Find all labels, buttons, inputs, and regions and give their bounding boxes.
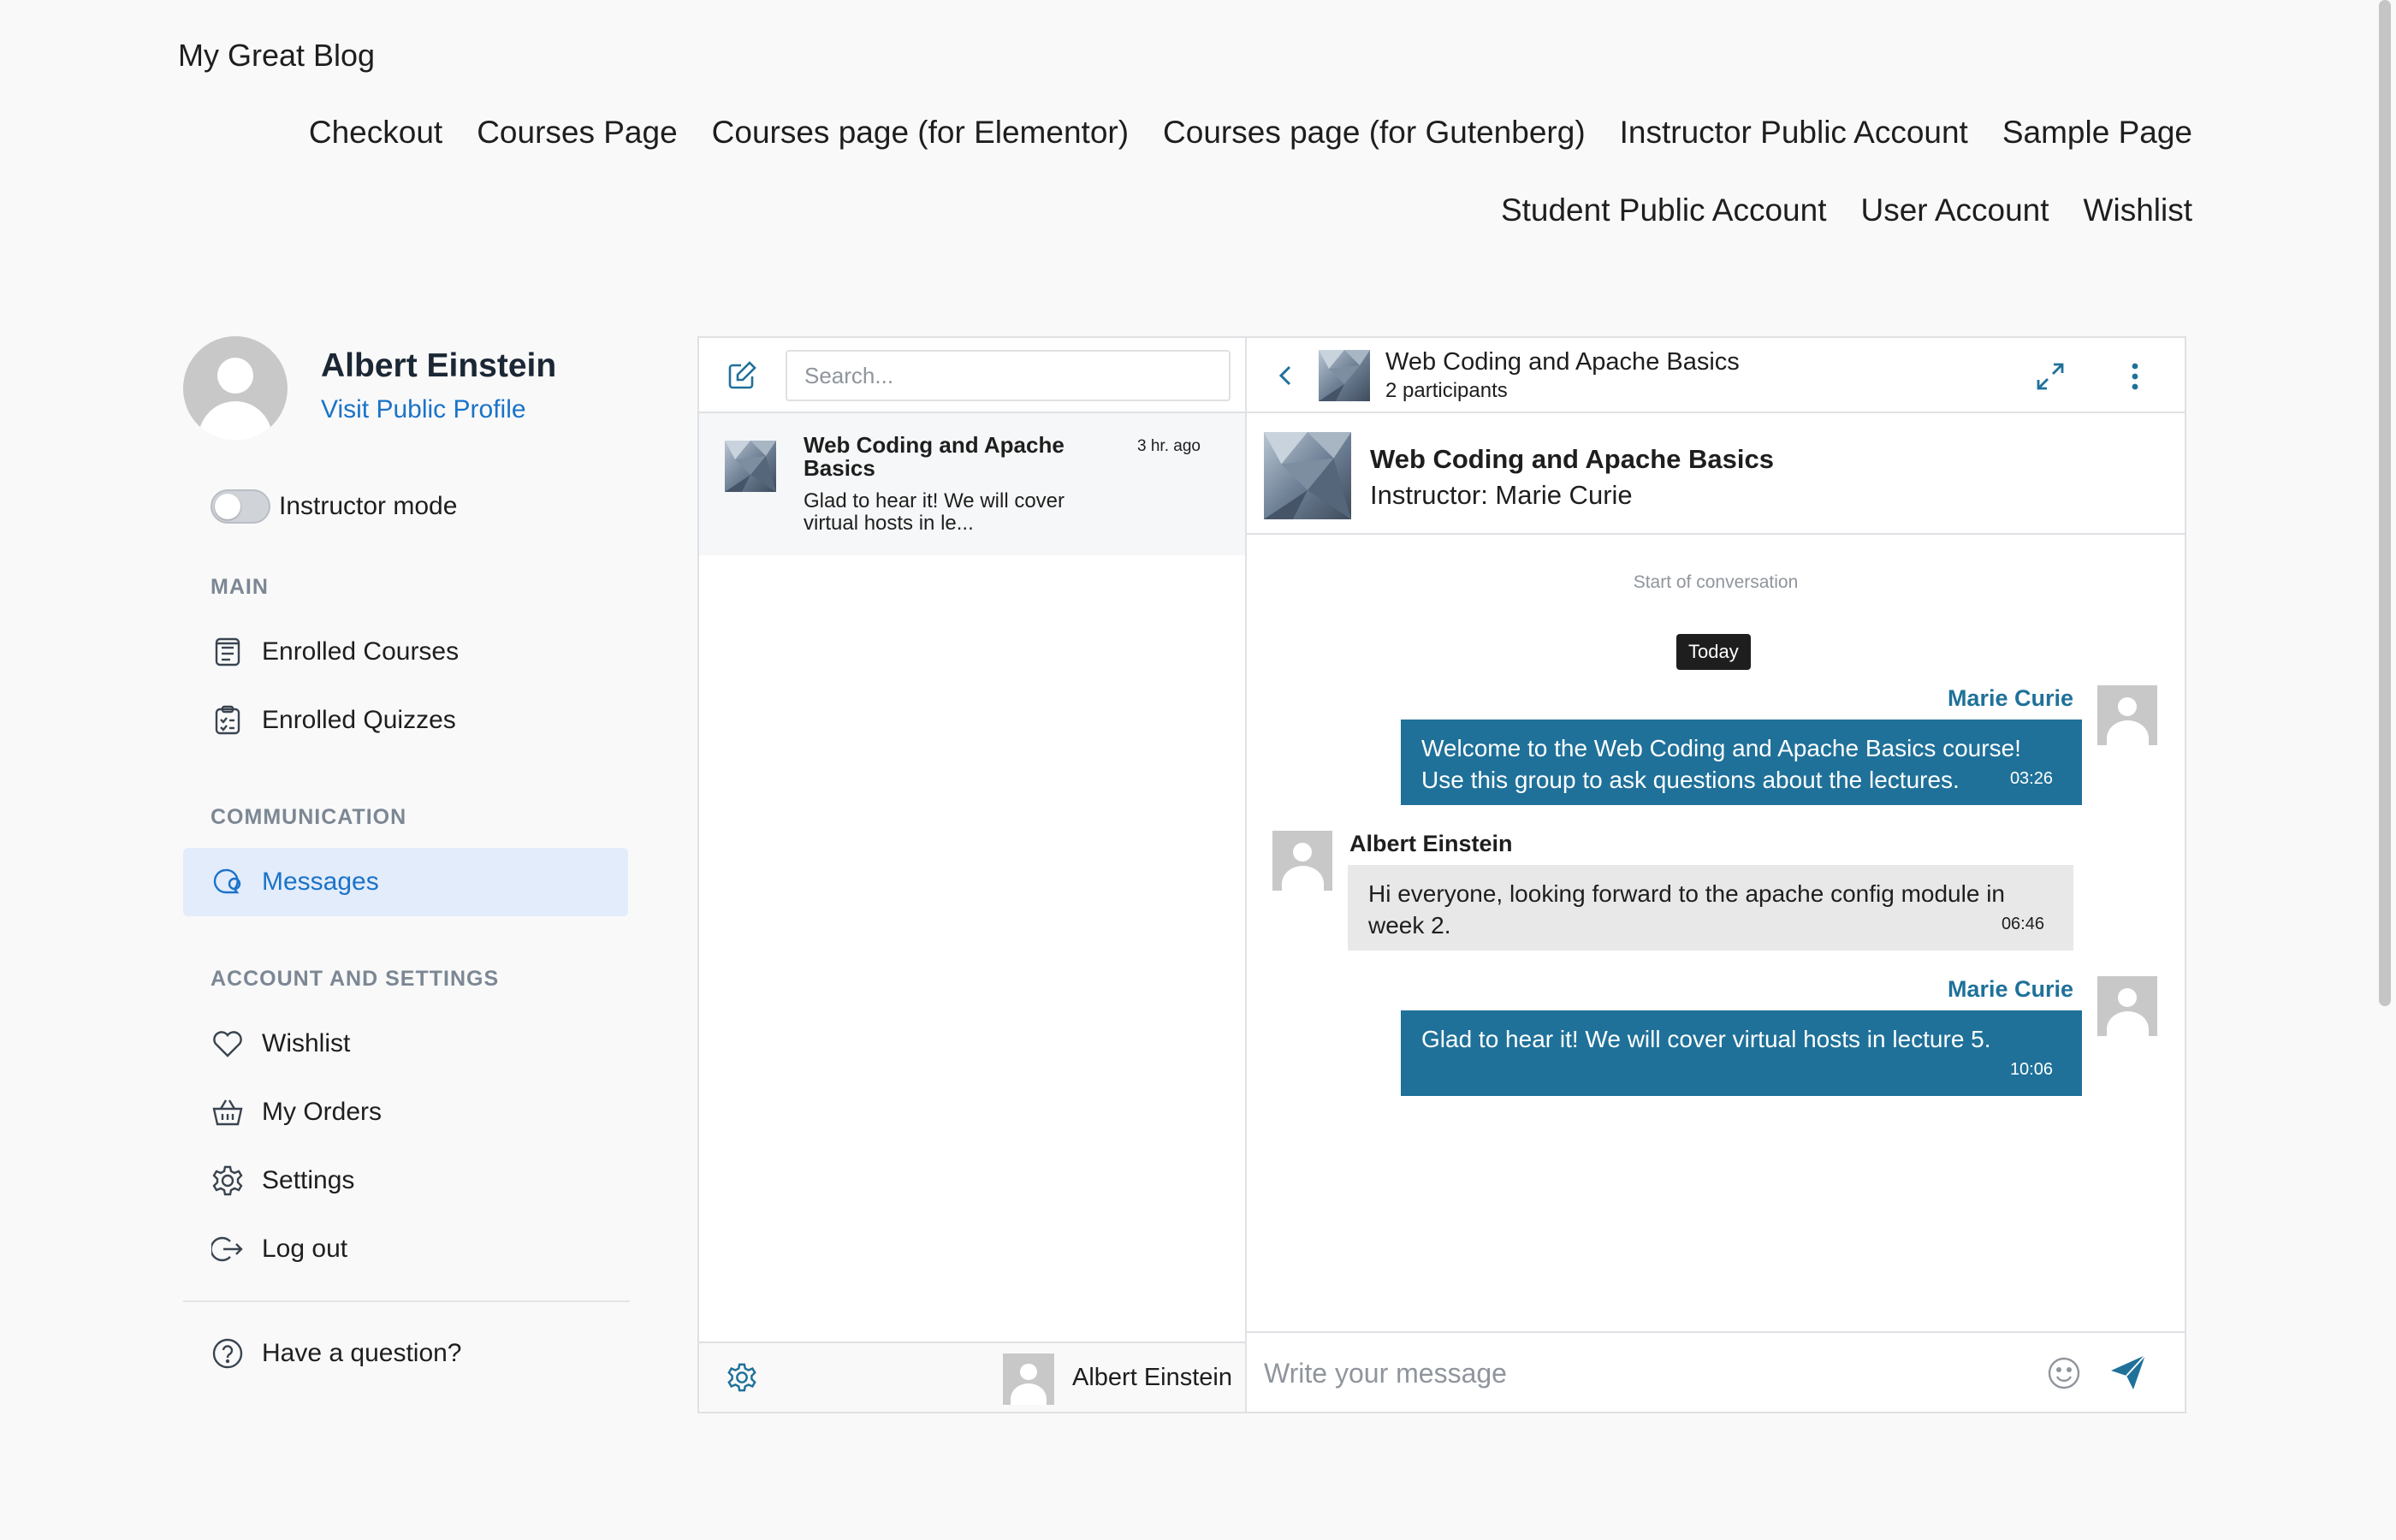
sidebar-item-label: Messages [262,868,379,896]
emoji-icon[interactable] [2046,1355,2082,1391]
sidebar-item-my-orders[interactable]: My Orders [183,1078,628,1146]
sidebar-item-enrolled-quizzes[interactable]: Enrolled Quizzes [183,686,628,755]
nav-link-student-public-account[interactable]: Student Public Account [1501,192,1827,228]
courses-icon [211,635,245,669]
section-heading-account: ACCOUNT AND SETTINGS [211,967,500,991]
question-icon [211,1336,245,1371]
thread-title: Web Coding and Apache Basics [804,432,1065,481]
page-scrollbar[interactable] [2375,0,2396,1540]
primary-nav: Checkout Courses Page Courses page (for … [309,115,2192,151]
thread-search-bar [699,338,1245,413]
basket-icon [211,1095,245,1129]
sidebar-item-label: Enrolled Quizzes [262,706,456,734]
instructor-mode-toggle[interactable] [211,489,270,524]
section-heading-communication: COMMUNICATION [211,805,407,829]
participants-count[interactable]: 2 participants [1385,379,1508,403]
site-title[interactable]: My Great Blog [178,38,375,74]
day-separator-badge: Today [1676,634,1751,670]
message-text: Welcome to the Web Coding and Apache Bas… [1421,735,2021,793]
message-time: 03:26 [2009,769,2053,788]
sidebar-item-label: My Orders [262,1098,383,1126]
message-text: Hi everyone, looking forward to the apac… [1368,880,2005,939]
sidebar-item-settings[interactable]: Settings [183,1146,628,1215]
thread-snippet: Glad to hear it! We will cover virtual h… [804,489,1065,535]
sidebar-item-label: Settings [262,1166,355,1194]
chat-settings-icon[interactable] [727,1362,757,1393]
conversation-thumbnail [1319,350,1370,401]
thread-list: Web Coding and Apache Basics 3 hr. ago G… [699,338,1247,1412]
sidebar-item-have-a-question[interactable]: Have a question? [183,1319,628,1388]
heart-icon [211,1027,245,1061]
sidebar-item-label: Wishlist [262,1029,351,1057]
message-bubble: Welcome to the Web Coding and Apache Bas… [1401,720,2082,805]
conversation-title: Web Coding and Apache Basics [1385,348,1740,376]
back-chevron-icon[interactable] [1271,360,1302,391]
nav-link-checkout[interactable]: Checkout [309,115,442,151]
send-icon[interactable] [2108,1352,2149,1393]
sidebar-item-label: Have a question? [262,1339,462,1367]
sidebar-item-messages[interactable]: Messages [183,848,628,916]
start-of-conversation-label: Start of conversation [1633,572,1799,592]
messages-icon [211,865,245,899]
sidebar-item-label: Log out [262,1235,348,1263]
nav-link-instructor-public-account[interactable]: Instructor Public Account [1620,115,1968,151]
instructor-mode-label: Instructor mode [279,492,458,520]
course-info-card: Web Coding and Apache Basics Instructor:… [1247,413,2185,535]
thread-time: 3 hr. ago [1137,437,1201,455]
message-sender[interactable]: Marie Curie [1948,685,2073,712]
sidebar-item-label: Enrolled Courses [262,637,460,666]
messages-panel: Web Coding and Apache Basics 3 hr. ago G… [697,336,2186,1413]
profile-avatar[interactable] [183,336,288,441]
message-sender[interactable]: Marie Curie [1948,976,2073,1003]
message-time: 10:06 [2009,1060,2053,1079]
nav-link-courses-gutenberg[interactable]: Courses page (for Gutenberg) [1163,115,1586,151]
scrollbar-thumb[interactable] [2379,0,2391,1006]
gear-icon [211,1164,245,1198]
message-sender[interactable]: Albert Einstein [1349,831,1513,857]
quizzes-icon [211,703,245,737]
thread-search-input[interactable] [786,350,1231,401]
message-input[interactable] [1262,1345,2036,1401]
message-text: Glad to hear it! We will cover virtual h… [1421,1026,1991,1052]
message-time: 06:46 [2001,915,2044,933]
current-user-name: Albert Einstein [1072,1364,1232,1391]
course-card-title[interactable]: Web Coding and Apache Basics [1370,444,1774,475]
course-card-thumbnail [1264,432,1351,519]
sender-avatar[interactable] [2097,976,2157,1036]
visit-public-profile-link[interactable]: Visit Public Profile [321,395,526,424]
profile-name: Albert Einstein [321,347,557,384]
conversation-view: Web Coding and Apache Basics 2 participa… [1247,338,2185,1412]
message-bubble: Hi everyone, looking forward to the apac… [1348,865,2073,951]
primary-nav-row-2: Student Public Account User Account Wish… [1501,192,2192,228]
message-bubble: Glad to hear it! We will cover virtual h… [1401,1010,2082,1096]
conversation-header: Web Coding and Apache Basics 2 participa… [1247,338,2185,413]
sidebar-item-enrolled-courses[interactable]: Enrolled Courses [183,618,628,686]
sidebar-divider [183,1300,630,1302]
nav-link-sample-page[interactable]: Sample Page [2002,115,2192,151]
sidebar-item-log-out[interactable]: Log out [183,1215,628,1283]
message-composer [1247,1331,2185,1412]
course-card-instructor: Instructor: Marie Curie [1370,480,1633,510]
nav-link-courses-page[interactable]: Courses Page [477,115,677,151]
thread-list-footer: Albert Einstein [699,1342,1245,1412]
nav-link-user-account[interactable]: User Account [1860,192,2049,228]
section-heading-main: MAIN [211,575,269,599]
sender-avatar[interactable] [2097,685,2157,745]
more-options-icon[interactable] [2120,360,2150,393]
course-thumbnail [725,441,776,492]
current-user-avatar [1003,1353,1054,1405]
sender-avatar[interactable] [1272,831,1332,891]
nav-link-wishlist[interactable]: Wishlist [2084,192,2192,228]
expand-icon[interactable] [2034,360,2067,393]
nav-link-courses-elementor[interactable]: Courses page (for Elementor) [712,115,1129,151]
thread-item[interactable]: Web Coding and Apache Basics 3 hr. ago G… [699,413,1245,555]
sidebar-item-wishlist[interactable]: Wishlist [183,1010,628,1078]
logout-icon [211,1232,245,1266]
compose-icon[interactable] [727,360,757,391]
